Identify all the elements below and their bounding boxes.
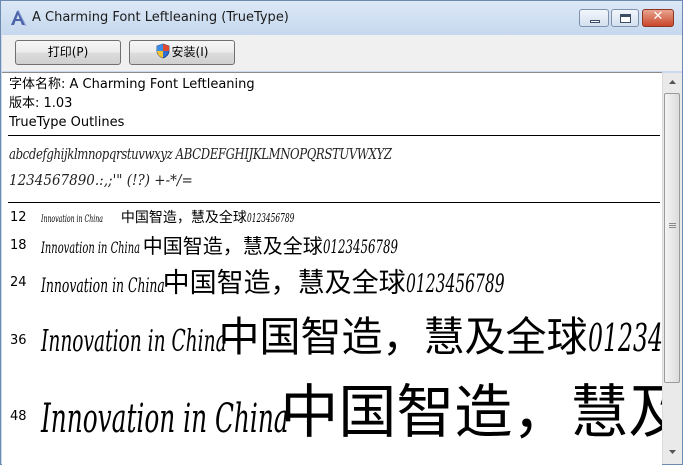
sample-digits: 0123456789 [405, 269, 505, 298]
sample-latin: Innovation in China [41, 396, 289, 442]
minimize-button[interactable] [579, 9, 609, 27]
sample-cjk: 中国智造，慧及全球 [280, 378, 662, 446]
sample-size-label: 48 [10, 409, 27, 424]
sample-latin: Innovation in China [41, 238, 141, 257]
sample-latin: Innovation in China [41, 324, 227, 359]
font-type-line: TrueType Outlines [9, 115, 125, 130]
vertical-scrollbar[interactable] [662, 73, 682, 464]
close-button[interactable]: ✕ [642, 9, 674, 27]
toolbar: 打印(P) 安装(I) [2, 35, 682, 71]
sample-row-24: Innovation in China中国智造，慧及全球0123456789 [41, 261, 565, 300]
sample-cjk: 中国智造，慧及全球 [142, 234, 323, 258]
font-icon [11, 9, 27, 27]
install-button-label: 安装(I) [171, 45, 209, 59]
close-icon: ✕ [652, 9, 664, 24]
sample-size-label: 24 [10, 275, 27, 290]
install-button[interactable]: 安装(I) [129, 40, 235, 65]
maximize-icon [620, 14, 631, 23]
sample-cjk: 中国智造，慧及全球 [120, 210, 247, 226]
minimize-icon [590, 20, 600, 23]
charset-letters-text: abcdefghijklmnopqrstuvwxyz ABCDEFGHIJKLM… [9, 145, 392, 163]
sample-row-18: Innovation in China 中国智造，慧及全球0123456789 [41, 230, 444, 259]
font-version-line: 版本: 1.03 [9, 96, 73, 111]
scroll-up-arrow-icon[interactable] [665, 75, 680, 90]
scrollbar-thumb[interactable] [664, 93, 680, 383]
sample-latin: Innovation in China [41, 214, 103, 225]
font-info: 字体名称: A Charming Font Leftleaning 版本: 1.… [9, 75, 255, 132]
sample-row-48: Innovation in China中国智造，慧及全球0123456789 [41, 365, 662, 449]
sample-cjk: 中国智造，慧及全球 [162, 268, 406, 299]
sample-size-label: 18 [10, 238, 27, 253]
divider [8, 135, 660, 136]
sample-digits: 0123456789 [246, 211, 295, 225]
charset-digits: 1234567890.:,;'" (!?) +-*/= [9, 171, 213, 189]
scroll-down-arrow-icon[interactable] [665, 444, 680, 459]
sample-row-12: Innovation in China 中国智造，慧及全球0123456789 [41, 207, 323, 227]
sample-digits: 0123456789 [322, 236, 398, 258]
sample-latin: Innovation in China [41, 273, 165, 297]
sample-cjk: 中国智造，慧及全球 [218, 313, 588, 361]
window-title: A Charming Font Leftleaning (TrueType) [32, 10, 289, 25]
sample-size-label: 12 [10, 210, 27, 225]
font-name-line: 字体名称: A Charming Font Leftleaning [9, 77, 255, 92]
sample-size-label: 36 [10, 333, 27, 348]
font-preview-area: 字体名称: A Charming Font Leftleaning 版本: 1.… [2, 72, 662, 465]
sample-digits: 0123456789 [587, 316, 663, 360]
charset-digits-text: 1234567890.:,;'" (!?) +-*/= [9, 171, 193, 189]
grip-line [669, 223, 676, 224]
print-button-label: 打印(P) [47, 45, 89, 59]
uac-shield-icon [156, 43, 169, 59]
sample-row-36: Innovation in China中国智造，慧及全球0123456789 [41, 303, 662, 363]
print-button[interactable]: 打印(P) [15, 40, 121, 65]
divider [8, 202, 660, 203]
grip-line [669, 227, 676, 228]
title-bar[interactable]: A Charming Font Leftleaning (TrueType) ✕ [1, 1, 682, 35]
charset-letters: abcdefghijklmnopqrstuvwxyz ABCDEFGHIJKLM… [9, 145, 499, 163]
maximize-button[interactable] [611, 9, 639, 27]
font-viewer-window: A Charming Font Leftleaning (TrueType) ✕… [0, 0, 683, 465]
grip-line [669, 225, 676, 226]
